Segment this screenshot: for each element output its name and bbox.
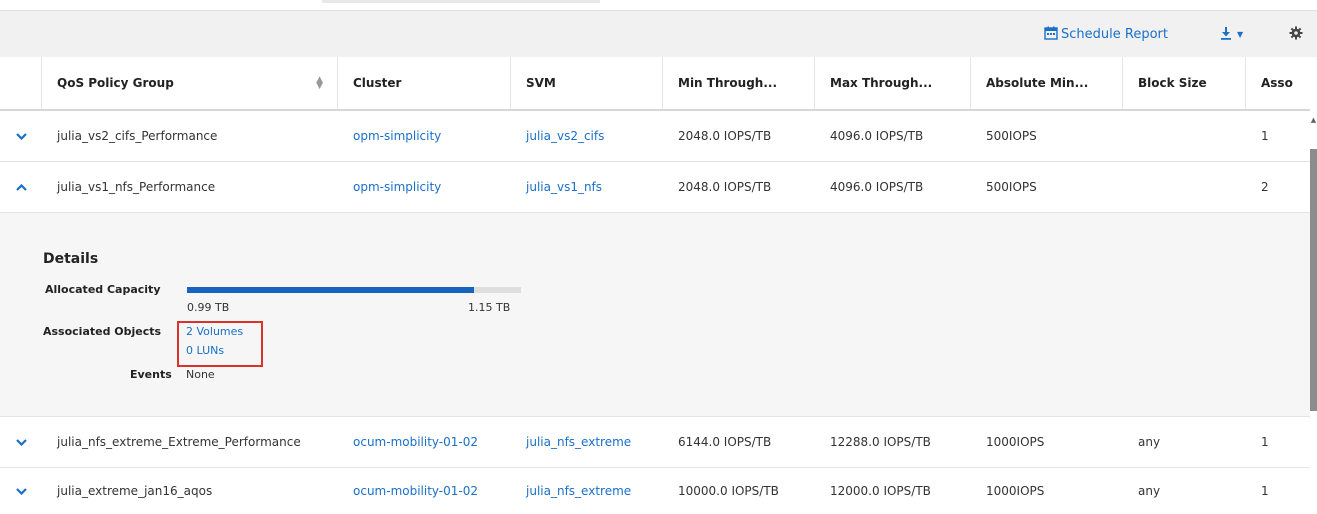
sort-icon[interactable]: ▲ ▼	[316, 76, 323, 91]
absolute-min-value: 1000IOPS	[986, 484, 1045, 498]
table-row[interactable]: julia_vs2_cifs_Performance opm-simplicit…	[0, 111, 1310, 162]
row-details-panel: Details Allocated Capacity 0.99 TB 1.15 …	[0, 213, 1310, 417]
min-throughput-value: 2048.0 IOPS/TB	[678, 180, 772, 194]
events-value: None	[186, 368, 215, 381]
block-size-value: any	[1138, 484, 1161, 498]
header-associated[interactable]: Asso	[1246, 57, 1310, 109]
chevron-down-icon	[15, 132, 27, 140]
table-row[interactable]: julia_vs1_nfs_Performance opm-simplicity…	[0, 162, 1310, 213]
qos-policy-name: julia_nfs_extreme_Extreme_Performance	[57, 435, 301, 449]
events-label: Events	[130, 368, 172, 381]
associated-count: 1	[1261, 484, 1269, 498]
absolute-min-value: 1000IOPS	[986, 435, 1045, 449]
header-svm[interactable]: SVM	[511, 57, 663, 109]
chevron-up-icon	[15, 183, 27, 191]
header-qos-policy-group[interactable]: QoS Policy Group ▲ ▼	[42, 57, 338, 109]
qos-policy-name: julia_vs1_nfs_Performance	[57, 180, 216, 194]
block-size-value	[1123, 111, 1138, 161]
luns-link[interactable]: 0 LUNs	[186, 344, 224, 357]
scroll-up-arrow-icon[interactable]: ▲	[1310, 116, 1317, 126]
min-throughput-value: 10000.0 IOPS/TB	[678, 484, 779, 498]
max-throughput-value: 4096.0 IOPS/TB	[830, 129, 924, 143]
chevron-down-icon	[15, 487, 27, 495]
settings-button[interactable]	[1289, 11, 1303, 58]
absolute-min-value: 500IOPS	[986, 129, 1037, 143]
chevron-down-icon: ▼	[1237, 30, 1244, 39]
allocated-used-value: 0.99 TB	[187, 301, 230, 314]
download-button[interactable]: ▼	[1219, 11, 1243, 58]
cluster-link[interactable]: ocum-mobility-01-02	[338, 468, 478, 514]
min-throughput-value: 2048.0 IOPS/TB	[678, 129, 772, 143]
expand-row-button[interactable]	[0, 111, 42, 161]
svm-link[interactable]: julia_vs1_nfs	[511, 162, 602, 212]
header-expand-column	[0, 57, 42, 109]
chevron-down-icon	[15, 438, 27, 446]
expand-row-button[interactable]	[0, 417, 42, 467]
associated-count: 1	[1261, 129, 1269, 143]
volumes-link[interactable]: 2 Volumes	[186, 325, 243, 338]
svm-link[interactable]: julia_nfs_extreme	[511, 468, 631, 514]
table-toolbar: Schedule Report ▼	[0, 10, 1317, 57]
table-row[interactable]: julia_extreme_jan16_aqos ocum-mobility-0…	[0, 468, 1310, 514]
associated-count: 2	[1261, 180, 1269, 194]
download-icon	[1219, 26, 1233, 44]
max-throughput-value: 12000.0 IOPS/TB	[830, 484, 931, 498]
allocated-capacity-label: Allocated Capacity	[45, 283, 161, 296]
associated-count: 1	[1261, 435, 1269, 449]
header-absolute-min[interactable]: Absolute Min...	[971, 57, 1123, 109]
header-min-throughput[interactable]: Min Through...	[663, 57, 815, 109]
allocated-capacity-bar-fill	[187, 287, 475, 293]
min-throughput-value: 6144.0 IOPS/TB	[678, 435, 772, 449]
scrollbar-thumb[interactable]	[1310, 149, 1317, 411]
top-strip	[0, 0, 1317, 10]
svm-link[interactable]: julia_nfs_extreme	[511, 417, 631, 467]
qos-policy-name: julia_vs2_cifs_Performance	[57, 129, 218, 143]
gear-icon	[1289, 26, 1303, 44]
cluster-link[interactable]: ocum-mobility-01-02	[338, 417, 478, 467]
schedule-report-label: Schedule Report	[1061, 27, 1168, 42]
collapse-row-button[interactable]	[0, 162, 42, 212]
allocated-capacity-bar	[187, 287, 521, 293]
qos-policy-name: julia_extreme_jan16_aqos	[57, 484, 213, 498]
max-throughput-value: 12288.0 IOPS/TB	[830, 435, 931, 449]
max-throughput-value: 4096.0 IOPS/TB	[830, 180, 924, 194]
svm-link[interactable]: julia_vs2_cifs	[511, 111, 604, 161]
associated-objects-label: Associated Objects	[43, 325, 162, 338]
table-header: QoS Policy Group ▲ ▼ Cluster SVM Min Thro…	[0, 57, 1310, 111]
header-cluster[interactable]: Cluster	[338, 57, 511, 109]
header-max-throughput[interactable]: Max Through...	[815, 57, 971, 109]
header-block-size[interactable]: Block Size	[1123, 57, 1246, 109]
schedule-report-button[interactable]: Schedule Report	[1044, 11, 1168, 58]
details-title: Details	[43, 251, 99, 267]
absolute-min-value: 500IOPS	[986, 180, 1037, 194]
cluster-link[interactable]: opm-simplicity	[338, 162, 441, 212]
tab-remnant	[322, 0, 600, 3]
vertical-scrollbar[interactable]: ▲	[1310, 111, 1317, 514]
allocated-total-value: 1.15 TB	[468, 301, 511, 314]
calendar-icon	[1044, 26, 1061, 44]
block-size-value: any	[1138, 435, 1161, 449]
cluster-link[interactable]: opm-simplicity	[338, 111, 441, 161]
table-row[interactable]: julia_nfs_extreme_Extreme_Performance oc…	[0, 417, 1310, 468]
block-size-value	[1123, 162, 1138, 212]
expand-row-button[interactable]	[0, 468, 42, 514]
